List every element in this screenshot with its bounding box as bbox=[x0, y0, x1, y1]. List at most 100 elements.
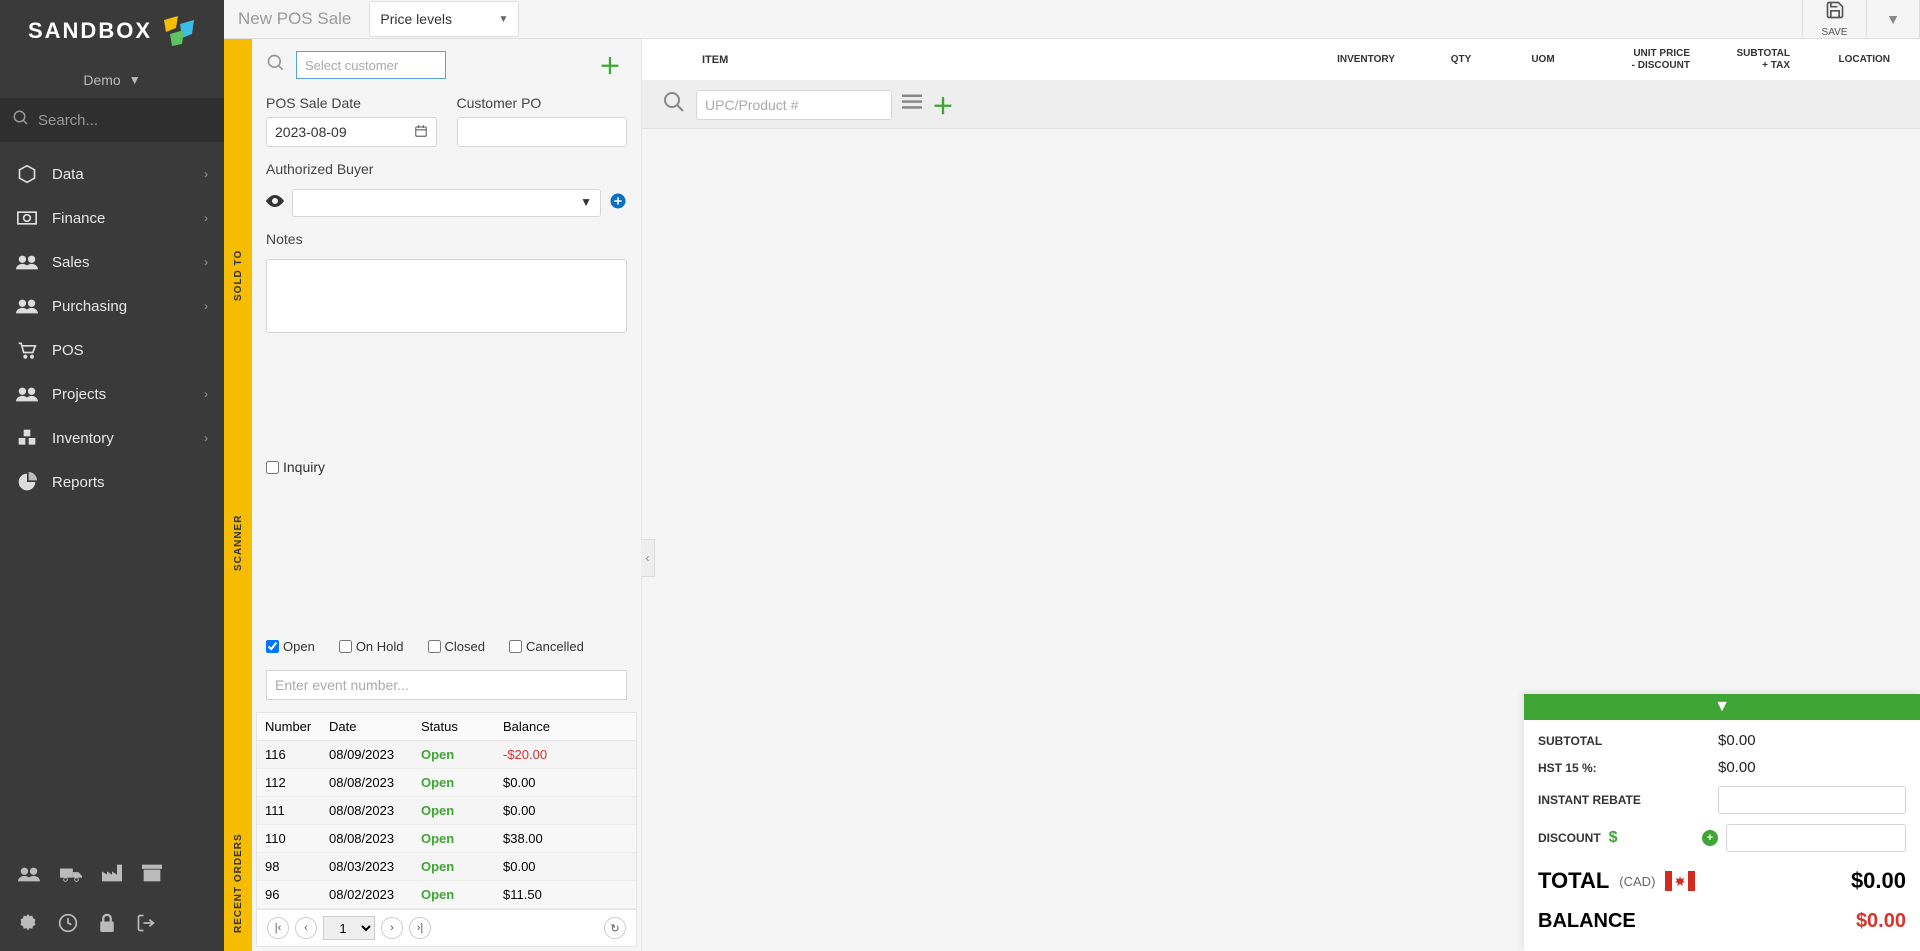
filter-closed-checkbox[interactable] bbox=[428, 640, 441, 653]
clock-icon[interactable] bbox=[58, 913, 78, 939]
th-date[interactable]: Date bbox=[321, 713, 413, 740]
pager-page-select[interactable]: 1 bbox=[323, 916, 375, 940]
cell-date: 08/03/2023 bbox=[321, 853, 413, 880]
context-switcher[interactable]: Demo ▼ bbox=[0, 62, 224, 98]
sidebar-item-sales[interactable]: Sales › bbox=[0, 240, 224, 284]
collapse-panel-button[interactable]: ‹ bbox=[641, 539, 655, 577]
pager-last-button[interactable]: ›| bbox=[409, 917, 431, 939]
cell-balance: $0.00 bbox=[495, 853, 636, 880]
cell-status: Open bbox=[413, 825, 495, 852]
pager-prev-button[interactable]: ‹ bbox=[295, 917, 317, 939]
search-icon[interactable] bbox=[662, 90, 686, 120]
add-customer-button[interactable]: ＋ bbox=[599, 49, 627, 81]
filter-open-checkbox[interactable] bbox=[266, 640, 279, 653]
logout-icon[interactable] bbox=[136, 913, 156, 939]
add-line-button[interactable]: ＋ bbox=[932, 89, 954, 121]
sidebar-item-reports[interactable]: Reports bbox=[0, 460, 224, 504]
money-icon bbox=[16, 211, 38, 225]
header-subtotal: SUBTOTAL + TAX bbox=[1690, 48, 1790, 72]
factory-icon[interactable] bbox=[102, 864, 122, 888]
truck-icon[interactable] bbox=[60, 865, 82, 888]
more-menu-button[interactable]: ▼ bbox=[1866, 0, 1920, 38]
people-icon bbox=[16, 298, 38, 314]
pager-next-button[interactable]: › bbox=[381, 917, 403, 939]
discount-input[interactable] bbox=[1726, 824, 1906, 852]
archive-icon[interactable] bbox=[142, 864, 162, 888]
dollar-icon[interactable]: $ bbox=[1609, 829, 1618, 847]
tab-recent-orders[interactable]: RECENT ORDERS bbox=[233, 589, 244, 951]
tab-scanner[interactable]: SCANNER bbox=[233, 319, 244, 589]
global-search[interactable] bbox=[0, 98, 224, 142]
cell-date: 08/02/2023 bbox=[321, 881, 413, 908]
th-balance[interactable]: Balance bbox=[495, 713, 636, 740]
upc-input[interactable] bbox=[696, 90, 892, 120]
filter-open[interactable]: Open bbox=[266, 639, 315, 654]
table-body[interactable]: 11608/09/2023Open-$20.0011208/08/2023Ope… bbox=[257, 741, 636, 909]
search-icon[interactable] bbox=[266, 53, 286, 78]
notes-label: Notes bbox=[266, 231, 627, 247]
list-icon[interactable] bbox=[902, 93, 922, 116]
table-row[interactable]: 11008/08/2023Open$38.00 bbox=[257, 825, 636, 853]
th-status[interactable]: Status bbox=[413, 713, 495, 740]
inquiry-checkbox[interactable] bbox=[266, 461, 279, 474]
add-buyer-button[interactable] bbox=[609, 192, 627, 215]
header-uom: UOM bbox=[1506, 54, 1580, 65]
table-row[interactable]: 9608/02/2023Open$11.50 bbox=[257, 881, 636, 909]
event-number-input[interactable] bbox=[266, 670, 627, 700]
eye-icon[interactable] bbox=[266, 194, 284, 213]
select-customer-input[interactable] bbox=[296, 51, 446, 79]
sidebar-item-purchasing[interactable]: Purchasing › bbox=[0, 284, 224, 328]
hst-value: $0.00 bbox=[1718, 759, 1756, 776]
gear-icon[interactable] bbox=[18, 913, 38, 939]
pager-refresh-button[interactable]: ↻ bbox=[604, 917, 626, 939]
sidebar-item-finance[interactable]: Finance › bbox=[0, 196, 224, 240]
tab-sold-to[interactable]: SOLD TO bbox=[233, 39, 244, 319]
cell-number: 96 bbox=[257, 881, 321, 908]
sidebar-item-data[interactable]: Data › bbox=[0, 152, 224, 196]
table-row[interactable]: 11608/09/2023Open-$20.00 bbox=[257, 741, 636, 769]
balance-value: $0.00 bbox=[1856, 910, 1906, 933]
filter-cancelled-checkbox[interactable] bbox=[509, 640, 522, 653]
filter-closed[interactable]: Closed bbox=[428, 639, 485, 654]
add-discount-button[interactable]: + bbox=[1702, 830, 1718, 846]
notes-textarea[interactable] bbox=[266, 259, 627, 333]
filter-cancelled[interactable]: Cancelled bbox=[509, 639, 584, 654]
inquiry-checkbox-label[interactable]: Inquiry bbox=[266, 459, 627, 475]
cell-number: 116 bbox=[257, 741, 321, 768]
context-name: Demo bbox=[83, 72, 120, 88]
totals-collapse-button[interactable]: ▼ bbox=[1524, 694, 1920, 720]
pager-first-button[interactable]: |‹ bbox=[267, 917, 289, 939]
filter-onhold-checkbox[interactable] bbox=[339, 640, 352, 653]
global-search-input[interactable] bbox=[38, 112, 212, 129]
nav-label: Data bbox=[52, 166, 84, 183]
cell-balance: $11.50 bbox=[495, 881, 636, 908]
chevron-down-icon: ▼ bbox=[498, 14, 508, 25]
chevron-right-icon: › bbox=[204, 431, 208, 445]
footer-row-2 bbox=[0, 901, 224, 951]
people-icon[interactable] bbox=[18, 865, 40, 888]
table-row[interactable]: 11108/08/2023Open$0.00 bbox=[257, 797, 636, 825]
th-number[interactable]: Number bbox=[257, 713, 321, 740]
lock-icon[interactable] bbox=[98, 913, 116, 939]
chevron-right-icon: › bbox=[204, 211, 208, 225]
app-sidebar: SANDBOX Demo ▼ Dat bbox=[0, 0, 224, 951]
table-row[interactable]: 11208/08/2023Open$0.00 bbox=[257, 769, 636, 797]
sidebar-item-inventory[interactable]: Inventory › bbox=[0, 416, 224, 460]
price-levels-select[interactable]: Price levels ▼ bbox=[369, 1, 519, 37]
left-panel: ‹ ＋ POS Sale Date 2023-08-09 bbox=[252, 39, 642, 951]
sidebar-item-pos[interactable]: POS bbox=[0, 328, 224, 372]
sidebar-item-projects[interactable]: Projects › bbox=[0, 372, 224, 416]
customer-po-label: Customer PO bbox=[457, 95, 628, 111]
pos-sale-date-input[interactable]: 2023-08-09 bbox=[266, 117, 437, 147]
chevron-right-icon: › bbox=[204, 387, 208, 401]
customer-po-input[interactable] bbox=[457, 117, 628, 147]
table-row[interactable]: 9808/03/2023Open$0.00 bbox=[257, 853, 636, 881]
filter-on-hold[interactable]: On Hold bbox=[339, 639, 404, 654]
rebate-input[interactable] bbox=[1718, 786, 1906, 814]
cell-balance: $38.00 bbox=[495, 825, 636, 852]
header-item: ITEM bbox=[662, 54, 1316, 66]
chevron-right-icon: › bbox=[204, 255, 208, 269]
save-button[interactable]: SAVE bbox=[1802, 0, 1866, 38]
authorized-buyer-select[interactable]: ▼ bbox=[292, 189, 601, 217]
cell-balance: $0.00 bbox=[495, 769, 636, 796]
